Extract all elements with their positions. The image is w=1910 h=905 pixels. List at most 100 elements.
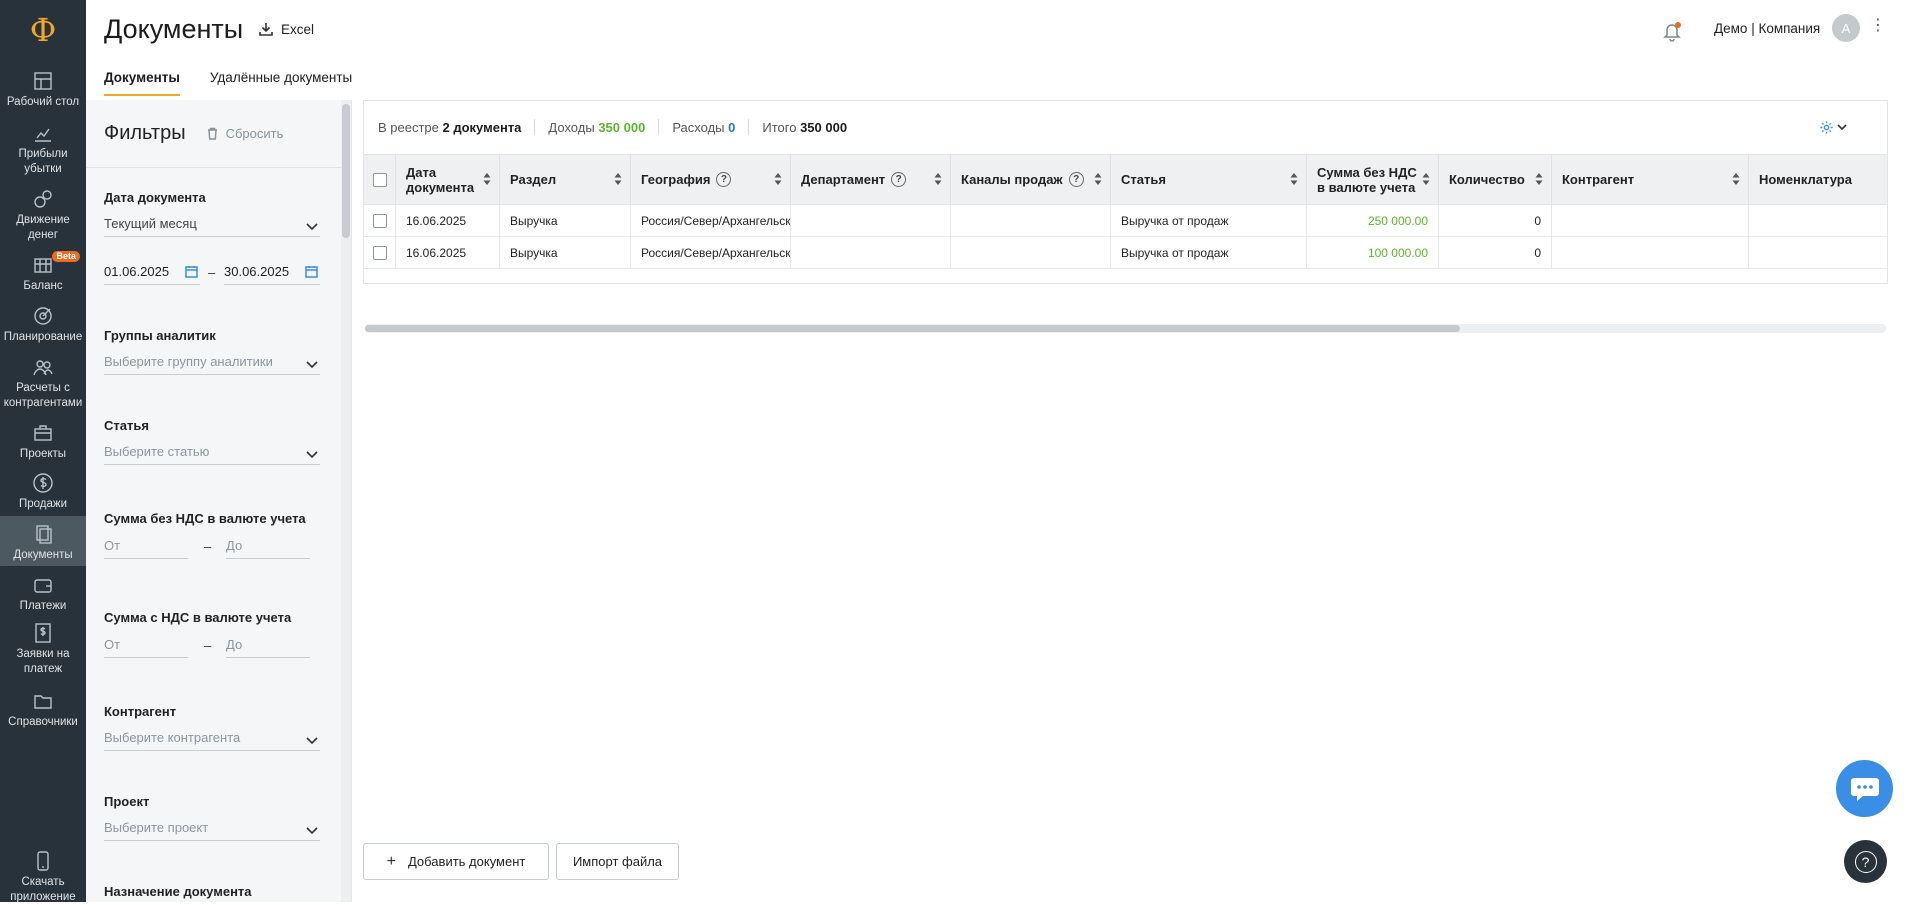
analytics-group-select[interactable]: Выберите группу аналитики xyxy=(104,349,320,375)
sort-icon[interactable] xyxy=(614,172,622,186)
nav-item-counterparties[interactable]: Расчеты с контрагентами xyxy=(0,356,86,411)
total-value: 350 000 xyxy=(800,119,848,135)
column-header-nomenclature[interactable]: Номенклатура xyxy=(1749,155,1887,204)
money-flow-icon xyxy=(32,188,54,210)
more-menu-icon[interactable]: ⋮ xyxy=(1870,18,1886,34)
sort-icon[interactable] xyxy=(1094,172,1102,186)
download-icon xyxy=(259,23,273,36)
filter-label: Сумма без НДС в валюте учета xyxy=(104,511,306,526)
sort-icon[interactable] xyxy=(1290,172,1298,186)
column-header-section[interactable]: Раздел xyxy=(500,155,631,204)
import-file-button[interactable]: Импорт файла xyxy=(556,843,679,880)
column-title: Количество xyxy=(1449,172,1525,187)
column-header-sum-no-vat[interactable]: Сумма без НДС в валюте учета xyxy=(1307,155,1439,204)
expense-label: Расходы xyxy=(672,119,725,135)
table-row[interactable]: 16.06.2025 Выручка Россия/Север/Архангел… xyxy=(364,237,1887,269)
doc-date-period-select[interactable]: Текущий месяц xyxy=(104,211,320,237)
row-select-cell xyxy=(364,237,396,268)
page-title: Документы xyxy=(104,14,244,44)
nav-item-references[interactable]: Справочники xyxy=(0,690,86,730)
column-header-date[interactable]: Дата документа xyxy=(396,155,500,204)
sum-no-vat-to-input[interactable]: До xyxy=(226,533,310,559)
tab-documents[interactable]: Документы xyxy=(104,70,180,96)
counterparty-select[interactable]: Выберите контрагента xyxy=(104,725,320,751)
nav-item-documents[interactable]: Документы xyxy=(0,516,86,566)
help-icon[interactable]: ? xyxy=(716,172,732,187)
sort-icon[interactable] xyxy=(774,172,782,186)
column-header-counterparty[interactable]: Контрагент xyxy=(1552,155,1749,204)
payment-request-icon xyxy=(32,622,54,644)
help-icon[interactable]: ? xyxy=(891,172,907,187)
column-header-quantity[interactable]: Количество xyxy=(1439,155,1552,204)
income-label: Доходы xyxy=(548,119,595,135)
nav-item-sales[interactable]: Продажи xyxy=(0,472,86,512)
table-settings-button[interactable] xyxy=(1819,118,1847,136)
row-checkbox[interactable] xyxy=(373,213,387,228)
select-all-checkbox[interactable] xyxy=(373,172,387,187)
briefcase-icon xyxy=(32,422,54,444)
column-header-sales-channels[interactable]: Каналы продаж ? xyxy=(951,155,1111,204)
table-row[interactable]: 16.06.2025 Выручка Россия/Север/Архангел… xyxy=(364,205,1887,237)
sort-icon[interactable] xyxy=(934,172,942,186)
registry-label: В реестре xyxy=(378,119,439,135)
chevron-down-icon xyxy=(306,357,318,369)
project-select[interactable]: Выберите проект xyxy=(104,815,320,841)
row-checkbox[interactable] xyxy=(373,245,387,260)
chat-button[interactable] xyxy=(1836,760,1893,817)
help-button[interactable]: ? xyxy=(1844,840,1887,883)
gear-icon xyxy=(1820,120,1833,134)
excel-label: Excel xyxy=(281,21,315,37)
filters-scrollbar-thumb[interactable] xyxy=(342,104,350,238)
nav-item-balance[interactable]: Beta Баланс xyxy=(0,251,86,294)
add-document-button[interactable]: + Добавить документ xyxy=(363,843,549,880)
cell-sales-channels xyxy=(951,237,1111,268)
notifications-button[interactable] xyxy=(1661,20,1683,42)
income-value: 350 000 xyxy=(598,119,646,135)
select-placeholder: Выберите статью xyxy=(104,444,210,459)
sum-no-vat-from-input[interactable]: От xyxy=(104,533,188,559)
folder-icon xyxy=(32,690,54,712)
cell-counterparty xyxy=(1552,237,1749,268)
column-header-geography[interactable]: География ? xyxy=(631,155,791,204)
sort-icon[interactable] xyxy=(483,172,491,186)
sort-icon[interactable] xyxy=(1422,172,1430,186)
nav-item-cashflow[interactable]: Движение денег xyxy=(0,188,86,243)
avatar[interactable]: А xyxy=(1832,14,1860,42)
nav-item-planning[interactable]: Планирование xyxy=(0,305,86,345)
sort-icon[interactable] xyxy=(1732,172,1740,186)
filter-label: Статья xyxy=(104,418,149,433)
range-dash: – xyxy=(204,638,212,653)
column-header-article[interactable]: Статья xyxy=(1111,155,1307,204)
button-label: Добавить документ xyxy=(407,854,526,869)
nav-item-dashboard[interactable]: Рабочий стол xyxy=(0,70,86,110)
sum-vat-to-input[interactable]: До xyxy=(226,632,310,658)
expense-value: 0 xyxy=(728,119,736,135)
nav-item-projects[interactable]: Проекты xyxy=(0,422,86,462)
app-logo[interactable]: Ф xyxy=(0,0,86,60)
button-label: Импорт файла xyxy=(572,854,663,869)
reset-label: Сбросить xyxy=(225,126,284,141)
sort-icon[interactable] xyxy=(1535,172,1543,186)
company-selector[interactable]: Демо | Компания xyxy=(1714,21,1820,36)
column-header-department[interactable]: Департамент ? xyxy=(791,155,951,204)
table-horizontal-scrollbar-thumb[interactable] xyxy=(365,325,1460,332)
column-title: Дата документа xyxy=(406,164,475,195)
select-all-cell xyxy=(364,155,396,204)
nav-item-pnl[interactable]: Прибыли убытки xyxy=(0,122,86,177)
nav-item-payments[interactable]: Платежи xyxy=(0,574,86,614)
nav-item-requests[interactable]: Заявки на платеж xyxy=(0,622,86,677)
help-icon[interactable]: ? xyxy=(1068,172,1084,187)
cell-counterparty xyxy=(1552,205,1749,236)
download-app[interactable]: Скачать приложение xyxy=(0,850,86,905)
tab-deleted-documents[interactable]: Удалённые документы xyxy=(210,70,352,96)
date-from-input[interactable]: 01.06.2025 xyxy=(104,259,200,285)
sum-vat-from-input[interactable]: От xyxy=(104,632,188,658)
nav-label: Рабочий стол xyxy=(6,96,80,108)
reset-filters-button[interactable]: Сбросить xyxy=(206,126,284,141)
date-to-input[interactable]: 30.06.2025 xyxy=(224,259,320,285)
excel-export-button[interactable]: Excel xyxy=(258,21,314,37)
nav-label: Прибыли убытки xyxy=(18,148,68,175)
column-title: Раздел xyxy=(510,172,557,187)
article-select[interactable]: Выберите статью xyxy=(104,439,320,465)
filter-label: Сумма с НДС в валюте учета xyxy=(104,610,292,625)
